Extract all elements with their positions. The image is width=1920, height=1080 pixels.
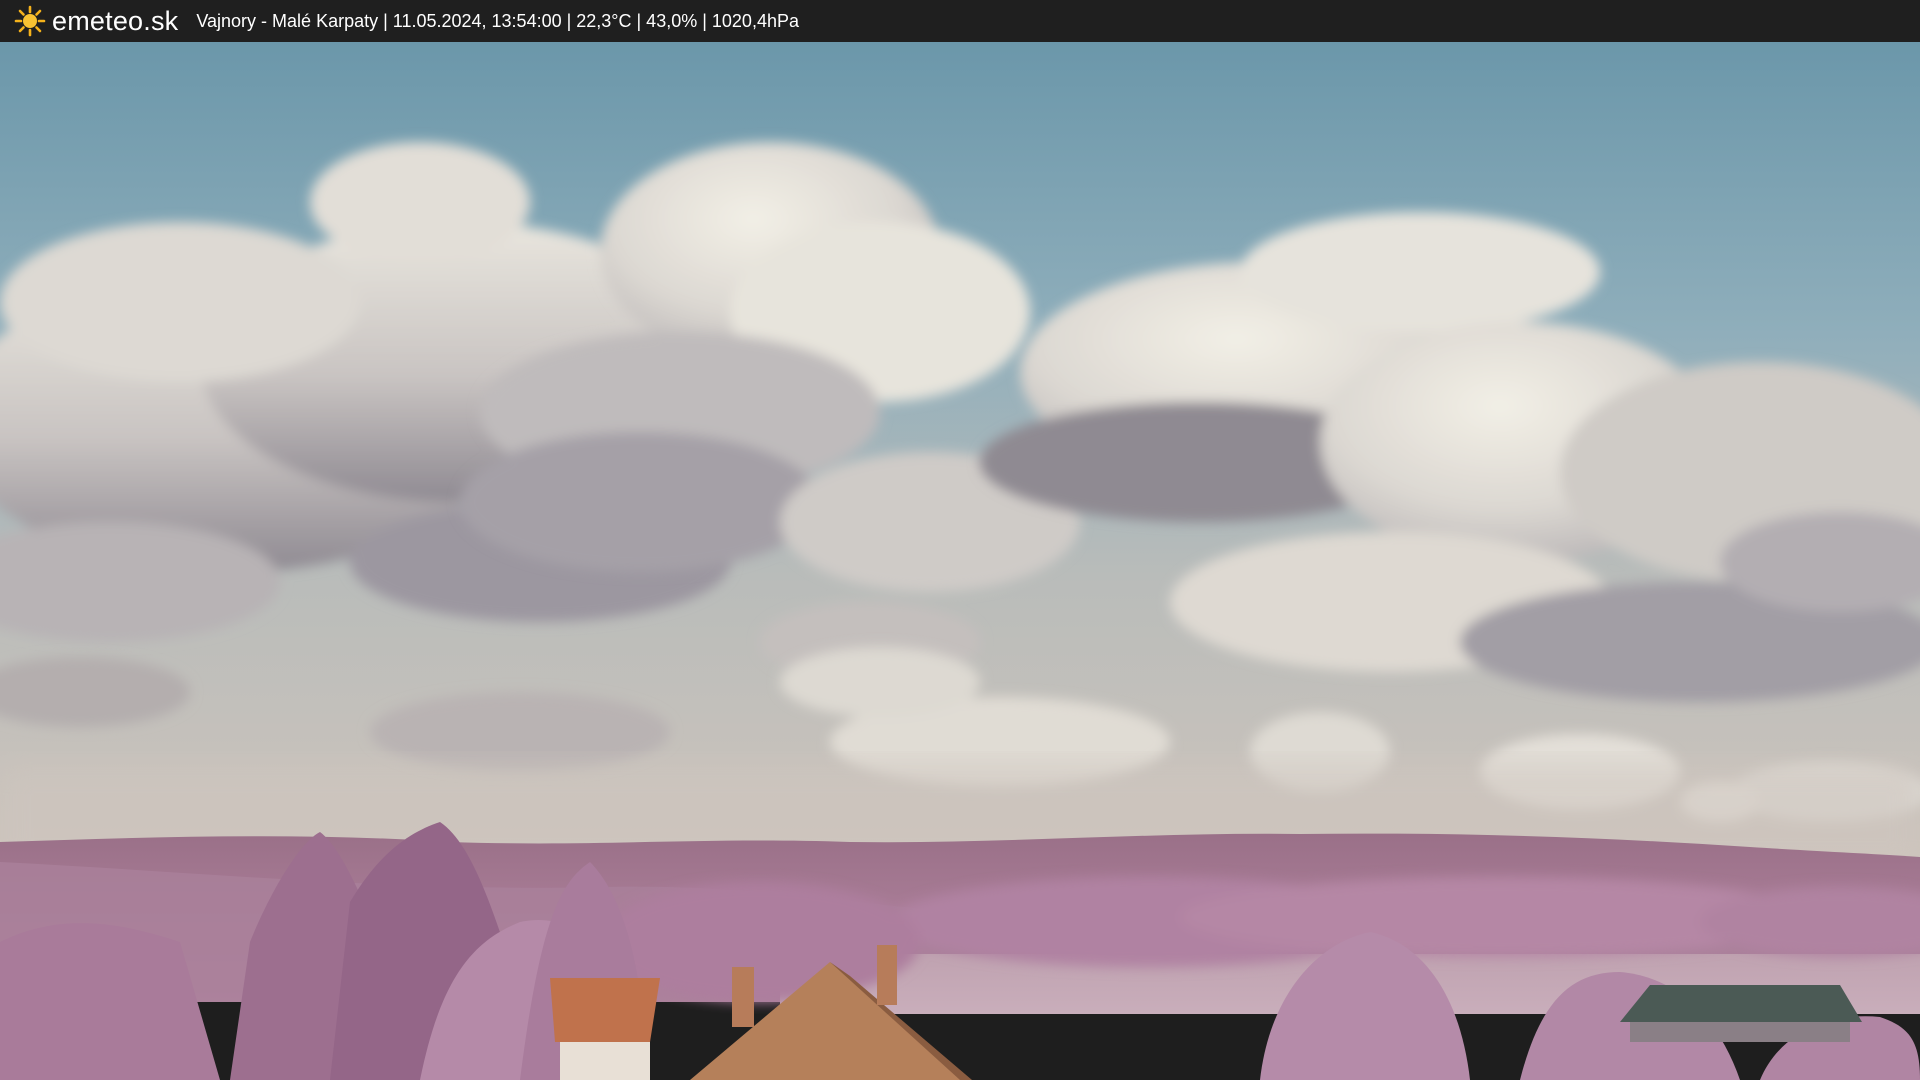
header-bar: emeteo.sk Vajnory - Malé Karpaty | 11.05… [0, 0, 1920, 42]
brand-name: emeteo.sk [52, 5, 179, 36]
weather-caption: Vajnory - Malé Karpaty | 11.05.2024, 13:… [196, 10, 799, 31]
brand-logo[interactable]: emeteo.sk [14, 5, 178, 37]
sun-icon [14, 5, 46, 37]
webcam-image [0, 42, 1920, 1080]
webcam-frame: emeteo.sk Vajnory - Malé Karpaty | 11.05… [0, 0, 1920, 1080]
